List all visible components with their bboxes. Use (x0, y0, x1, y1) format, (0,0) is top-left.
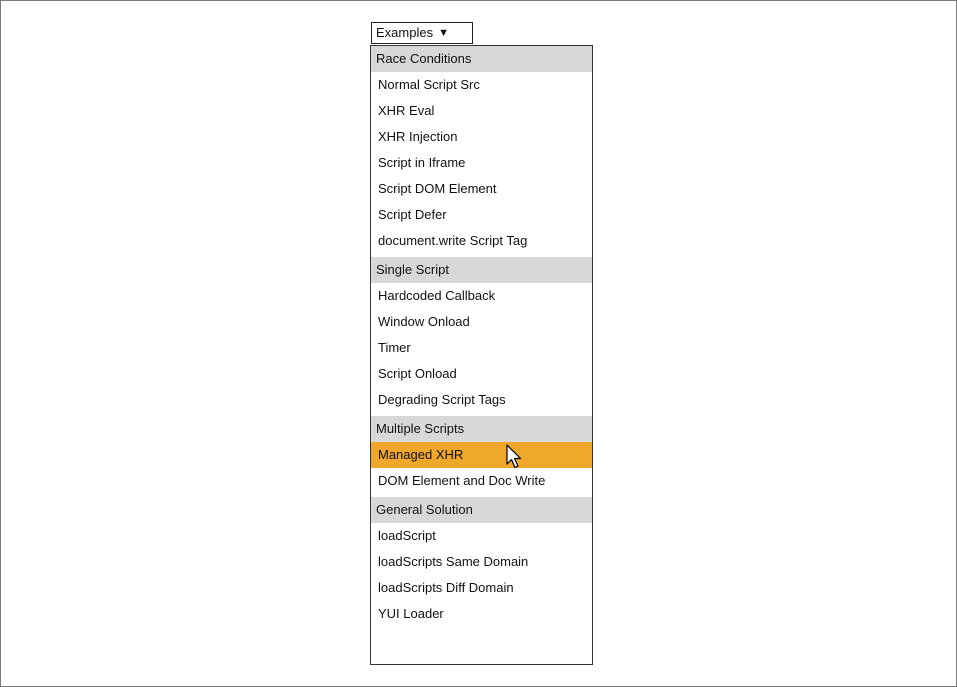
group-header-general-solution: General Solution (371, 497, 592, 523)
menu-item-managed-xhr[interactable]: Managed XHR (371, 442, 592, 468)
menu-item-loadscript[interactable]: loadScript (371, 523, 592, 549)
group-header-multiple-scripts: Multiple Scripts (371, 416, 592, 442)
menu-item-script-dom-element[interactable]: Script DOM Element (371, 176, 592, 202)
menu-item-degrading-script-tags[interactable]: Degrading Script Tags (371, 387, 592, 413)
examples-menu: Race Conditions Normal Script Src XHR Ev… (370, 45, 593, 665)
menu-item-dom-element-and-doc-write[interactable]: DOM Element and Doc Write (371, 468, 592, 494)
menu-item-hardcoded-callback[interactable]: Hardcoded Callback (371, 283, 592, 309)
menu-item-yui-loader[interactable]: YUI Loader (371, 601, 592, 627)
menu-item-label: Managed XHR (378, 447, 464, 462)
page-frame: Examples ▼ Race Conditions Normal Script… (0, 0, 957, 687)
mouse-pointer-icon (506, 444, 522, 468)
menu-item-xhr-eval[interactable]: XHR Eval (371, 98, 592, 124)
examples-dropdown-label: Examples (376, 25, 434, 40)
menu-item-document-write-script-tag[interactable]: document.write Script Tag (371, 228, 592, 254)
triangle-down-icon: ▼ (438, 27, 449, 39)
menu-item-window-onload[interactable]: Window Onload (371, 309, 592, 335)
menu-item-timer[interactable]: Timer (371, 335, 592, 361)
menu-item-xhr-injection[interactable]: XHR Injection (371, 124, 592, 150)
group-header-single-script: Single Script (371, 257, 592, 283)
menu-item-script-onload[interactable]: Script Onload (371, 361, 592, 387)
group-header-race-conditions: Race Conditions (371, 46, 592, 72)
menu-item-loadscripts-same-domain[interactable]: loadScripts Same Domain (371, 549, 592, 575)
menu-item-normal-script-src[interactable]: Normal Script Src (371, 72, 592, 98)
menu-item-script-defer[interactable]: Script Defer (371, 202, 592, 228)
examples-dropdown-button[interactable]: Examples ▼ (371, 22, 473, 44)
menu-item-loadscripts-diff-domain[interactable]: loadScripts Diff Domain (371, 575, 592, 601)
menu-item-script-in-iframe[interactable]: Script in Iframe (371, 150, 592, 176)
